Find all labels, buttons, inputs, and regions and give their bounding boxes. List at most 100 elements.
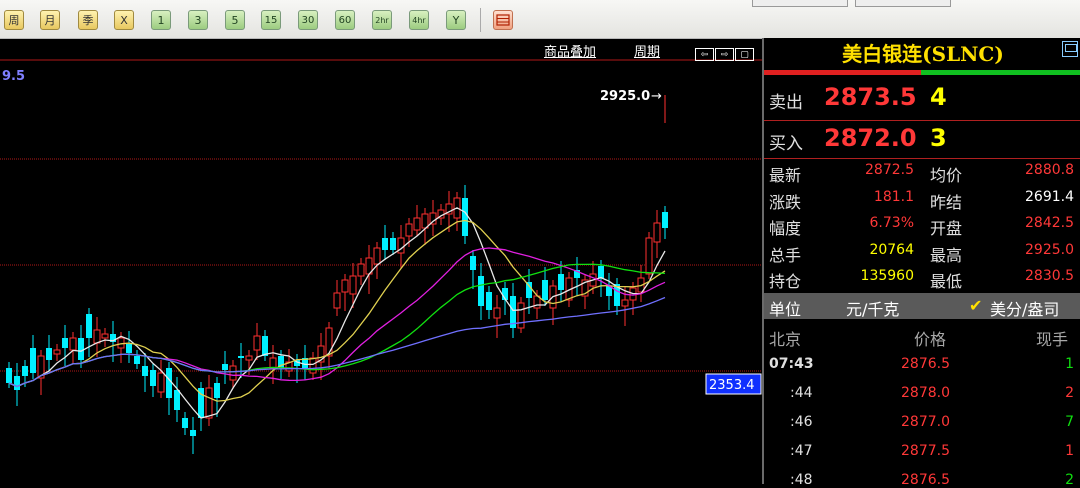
check-icon: ✔ (969, 296, 983, 315)
candle-body (101, 333, 109, 339)
candle-body (238, 356, 244, 358)
candle-body (229, 365, 237, 381)
zoom-icon[interactable]: ▢ (735, 48, 754, 61)
candle-body (253, 335, 261, 351)
candle-body (382, 238, 388, 250)
candle-body (493, 307, 501, 319)
period-60-button[interactable]: 60 (335, 10, 355, 30)
candle-body (341, 279, 349, 293)
candle-body (526, 282, 532, 298)
trade-price: 2877.5 (901, 443, 950, 459)
stat-value: 135960 (860, 268, 914, 284)
stat-value: 181.1 (873, 188, 914, 205)
candle-body (30, 348, 36, 373)
candle-body (269, 357, 277, 369)
trade-time: :47 (790, 443, 813, 459)
divider (764, 158, 1080, 159)
candle-body (245, 355, 253, 361)
chart-svg: 9.5 2925.0 → 2353.4 (0, 59, 762, 454)
stat-value: 2842.5 (1025, 215, 1074, 231)
left-axis-label: 9.5 (2, 69, 25, 84)
period-2hr-button[interactable]: 2hr (372, 10, 392, 30)
stat-label: 最新 (769, 166, 802, 185)
unit-alt-option[interactable]: 美分/盎司 (990, 296, 1059, 320)
unit-value[interactable]: 元/千克 (846, 296, 899, 320)
window-toggle-icon[interactable] (1062, 41, 1078, 57)
sell-price: 2873.5 (824, 83, 917, 111)
trade-price: 2878.0 (901, 385, 950, 401)
sell-strength-bar (764, 70, 921, 75)
trade-time: :44 (790, 385, 813, 401)
candle-body (150, 370, 156, 386)
candle-body (558, 274, 564, 290)
candle-body (309, 357, 317, 374)
candle-body (478, 276, 484, 306)
candle-body (205, 387, 213, 419)
stat-label: 总手 (769, 245, 802, 265)
commodity-overlay-link[interactable]: 商品叠加 (544, 41, 596, 60)
stat-label: 均价 (930, 166, 963, 185)
period-30-button[interactable]: 30 (298, 10, 318, 30)
candle-body (262, 336, 268, 356)
quote-panel: 美白银连(SLNC) 卖出 2873.5 4 买入 2872.0 3 最新 287… (762, 38, 1080, 488)
candle-body (53, 349, 61, 355)
scroll-left-icon[interactable]: ⇦ (695, 48, 714, 61)
candle-body (14, 376, 20, 390)
candle-body (214, 383, 220, 398)
grid-icon[interactable] (493, 10, 513, 30)
period-year-button[interactable]: Y (446, 10, 466, 30)
candle-body (78, 338, 84, 360)
stat-label: 持仓 (769, 272, 802, 291)
stat-value: 6.73% (869, 215, 914, 231)
stat-label: 幅度 (769, 219, 802, 238)
candles-group (6, 95, 668, 454)
candle-body (621, 299, 629, 307)
period-x-button[interactable]: X (114, 10, 134, 30)
stat-value: 20764 (869, 241, 914, 258)
toolbar-separator (480, 8, 481, 32)
period-1-button[interactable]: 1 (151, 10, 171, 30)
sell-volume: 4 (930, 83, 947, 111)
period-3-button[interactable]: 3 (188, 10, 208, 30)
period-4hr-button[interactable]: 4hr (409, 10, 429, 30)
period-15-button[interactable]: 15 (261, 10, 281, 30)
buy-label: 买入 (769, 134, 803, 154)
period-link[interactable]: 周期 (634, 41, 660, 60)
toolbar: 周 月 季 X 1 3 5 15 30 60 2hr 4hr Y (0, 0, 1080, 39)
period-5-button[interactable]: 5 (225, 10, 245, 30)
sell-label: 卖出 (769, 93, 803, 113)
top-field-1 (752, 0, 848, 7)
candlestick-chart[interactable]: 9.5 2925.0 → 2353.4 商品叠加 周期 ⇦ ⇨ ▢ (0, 38, 762, 484)
candle-body (662, 212, 668, 228)
price-tag-label: 2353.4 (709, 378, 755, 393)
scroll-right-icon[interactable]: ⇨ (715, 48, 734, 61)
stat-value: 2880.8 (1025, 162, 1074, 178)
stat-value: 2691.4 (1025, 188, 1074, 205)
candle-body (62, 338, 68, 348)
trade-time: :48 (790, 472, 813, 488)
candle-body (413, 217, 421, 231)
trade-header-price: 价格 (914, 330, 947, 349)
trade-price: 2876.5 (901, 356, 950, 372)
candle-body (333, 292, 341, 309)
stat-value: 2830.5 (1025, 268, 1074, 284)
stat-value: 2925.0 (1025, 241, 1074, 258)
period-week-button[interactable]: 周 (4, 10, 24, 30)
candle-body (325, 327, 333, 357)
unit-label: 单位 (769, 300, 802, 319)
instrument-title: 美白银连(SLNC) (842, 42, 1004, 66)
trade-header-volume: 现手 (1036, 330, 1069, 349)
candle-body (373, 247, 381, 265)
candle-body (93, 329, 101, 344)
candle-body (222, 364, 228, 370)
trade-volume: 2 (1065, 385, 1074, 401)
candle-body (542, 280, 548, 300)
candle-body (22, 366, 28, 376)
candle-body (653, 222, 661, 243)
period-quarter-button[interactable]: 季 (78, 10, 98, 30)
candle-body (645, 237, 653, 275)
candle-body (470, 256, 476, 270)
candle-body (462, 198, 468, 236)
period-month-button[interactable]: 月 (40, 10, 60, 30)
candle-body (598, 266, 604, 278)
